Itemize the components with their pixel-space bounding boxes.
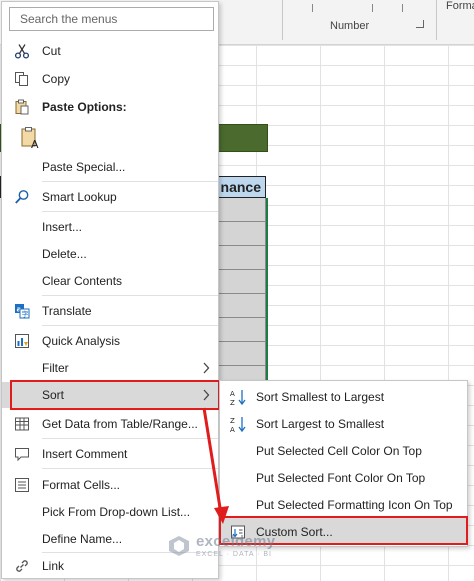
sort-descending-icon: ZA <box>220 410 256 437</box>
menu-item-insert[interactable]: Insert... <box>2 214 218 240</box>
menu-separator <box>42 295 218 296</box>
submenu-item-label: Sort Largest to Smallest <box>256 416 385 431</box>
menu-item-label: Paste Special... <box>42 160 126 174</box>
submenu-item-label: Put Selected Formatting Icon On Top <box>256 497 453 512</box>
watermark-tagline: EXCEL · DATA · BI <box>196 551 272 558</box>
ribbon-group-format-label: Forma <box>446 0 474 12</box>
chevron-right-icon <box>202 362 210 377</box>
svg-text:字: 字 <box>22 310 29 319</box>
menu-item-delete[interactable]: Delete... <box>2 241 218 267</box>
menu-item-cut[interactable]: Cut <box>2 38 218 64</box>
dialog-launcher-icon[interactable] <box>416 20 424 28</box>
menu-item-quick-analysis[interactable]: Quick Analysis <box>2 328 218 354</box>
menu-separator <box>42 211 218 212</box>
svg-text:A: A <box>31 138 39 150</box>
menu-item-label: Clear Contents <box>42 274 123 288</box>
menu-item-label: Paste Options: <box>42 100 127 114</box>
menu-separator <box>42 181 218 182</box>
submenu-item-sort-descending[interactable]: ZA Sort Largest to Smallest <box>220 410 467 437</box>
menu-item-label: Filter <box>42 361 69 375</box>
ribbon-group-number-label: Number <box>330 20 370 32</box>
menu-item-pick-from-dropdown[interactable]: Pick From Drop-down List... <box>2 499 218 525</box>
link-icon <box>2 553 42 579</box>
menu-separator <box>42 438 218 439</box>
menu-item-label: Pick From Drop-down List... <box>42 505 191 519</box>
menu-item-label: Cut <box>42 44 61 58</box>
submenu-item-sort-ascending[interactable]: AZ Sort Smallest to Largest <box>220 383 467 410</box>
menu-item-label: Quick Analysis <box>42 334 121 348</box>
svg-text:Z: Z <box>230 417 235 425</box>
paste-icon[interactable]: A <box>2 122 42 154</box>
submenu-item-cell-color-on-top[interactable]: Put Selected Cell Color On Top <box>220 437 467 464</box>
submenu-item-font-color-on-top[interactable]: Put Selected Font Color On Top <box>220 464 467 491</box>
watermark-name: exceldemy <box>196 533 276 550</box>
menu-item-label: Define Name... <box>42 532 123 546</box>
submenu-item-label: Sort Smallest to Largest <box>256 389 385 404</box>
menu-item-label: Copy <box>42 72 71 86</box>
format-cells-icon <box>2 472 42 498</box>
menu-item-label: Link <box>42 559 65 573</box>
comment-icon <box>2 441 42 467</box>
watermark: exceldemy EXCEL · DATA · BI <box>168 534 275 558</box>
watermark-logo-icon <box>169 536 189 556</box>
svg-text:A: A <box>230 390 235 398</box>
submenu-item-label: Put Selected Font Color On Top <box>256 470 426 485</box>
menu-item-translate[interactable]: a字 Translate <box>2 298 218 324</box>
clipboard-icon <box>2 94 42 120</box>
submenu-item-formatting-icon-on-top[interactable]: Put Selected Formatting Icon On Top <box>220 491 467 518</box>
sort-highlight-box <box>10 380 220 410</box>
translate-icon: a字 <box>2 298 42 324</box>
menu-item-get-data[interactable]: Get Data from Table/Range... <box>2 411 218 437</box>
copy-icon <box>2 66 42 92</box>
menu-item-format-cells[interactable]: Format Cells... <box>2 472 218 498</box>
menu-item-label: Delete... <box>42 247 87 261</box>
menu-item-filter[interactable]: Filter <box>2 355 218 381</box>
menu-item-clear-contents[interactable]: Clear Contents <box>2 268 218 294</box>
data-column[interactable] <box>216 198 266 390</box>
svg-text:Z: Z <box>230 399 235 406</box>
sort-ascending-icon: AZ <box>220 383 256 410</box>
menu-separator <box>42 468 218 469</box>
svg-text:A: A <box>230 426 235 433</box>
search-menus-input[interactable] <box>9 7 214 31</box>
menu-item-label: Smart Lookup <box>42 190 117 204</box>
menu-item-label: Format Cells... <box>42 478 121 492</box>
menu-item-copy[interactable]: Copy <box>2 66 218 92</box>
submenu-item-label: Put Selected Cell Color On Top <box>256 443 422 458</box>
quick-analysis-icon <box>2 328 42 354</box>
menu-item-insert-comment[interactable]: Insert Comment <box>2 441 218 467</box>
menu-item-label: Insert Comment <box>42 447 128 461</box>
menu-item-label: Translate <box>42 304 92 318</box>
menu-separator <box>42 325 218 326</box>
menu-item-label: Insert... <box>42 220 83 234</box>
scissors-icon <box>2 38 42 64</box>
menu-item-paste[interactable]: A <box>2 122 218 154</box>
menu-item-paste-special[interactable]: Paste Special... <box>2 154 218 180</box>
menu-item-label: Get Data from Table/Range... <box>42 417 198 431</box>
menu-item-smart-lookup[interactable]: Smart Lookup <box>2 184 218 210</box>
menu-header-paste-options: Paste Options: <box>2 94 218 120</box>
context-menu: Cut Copy Paste Options: A Paste Special.… <box>1 1 220 579</box>
table-icon <box>2 411 42 437</box>
search-icon <box>2 184 42 210</box>
